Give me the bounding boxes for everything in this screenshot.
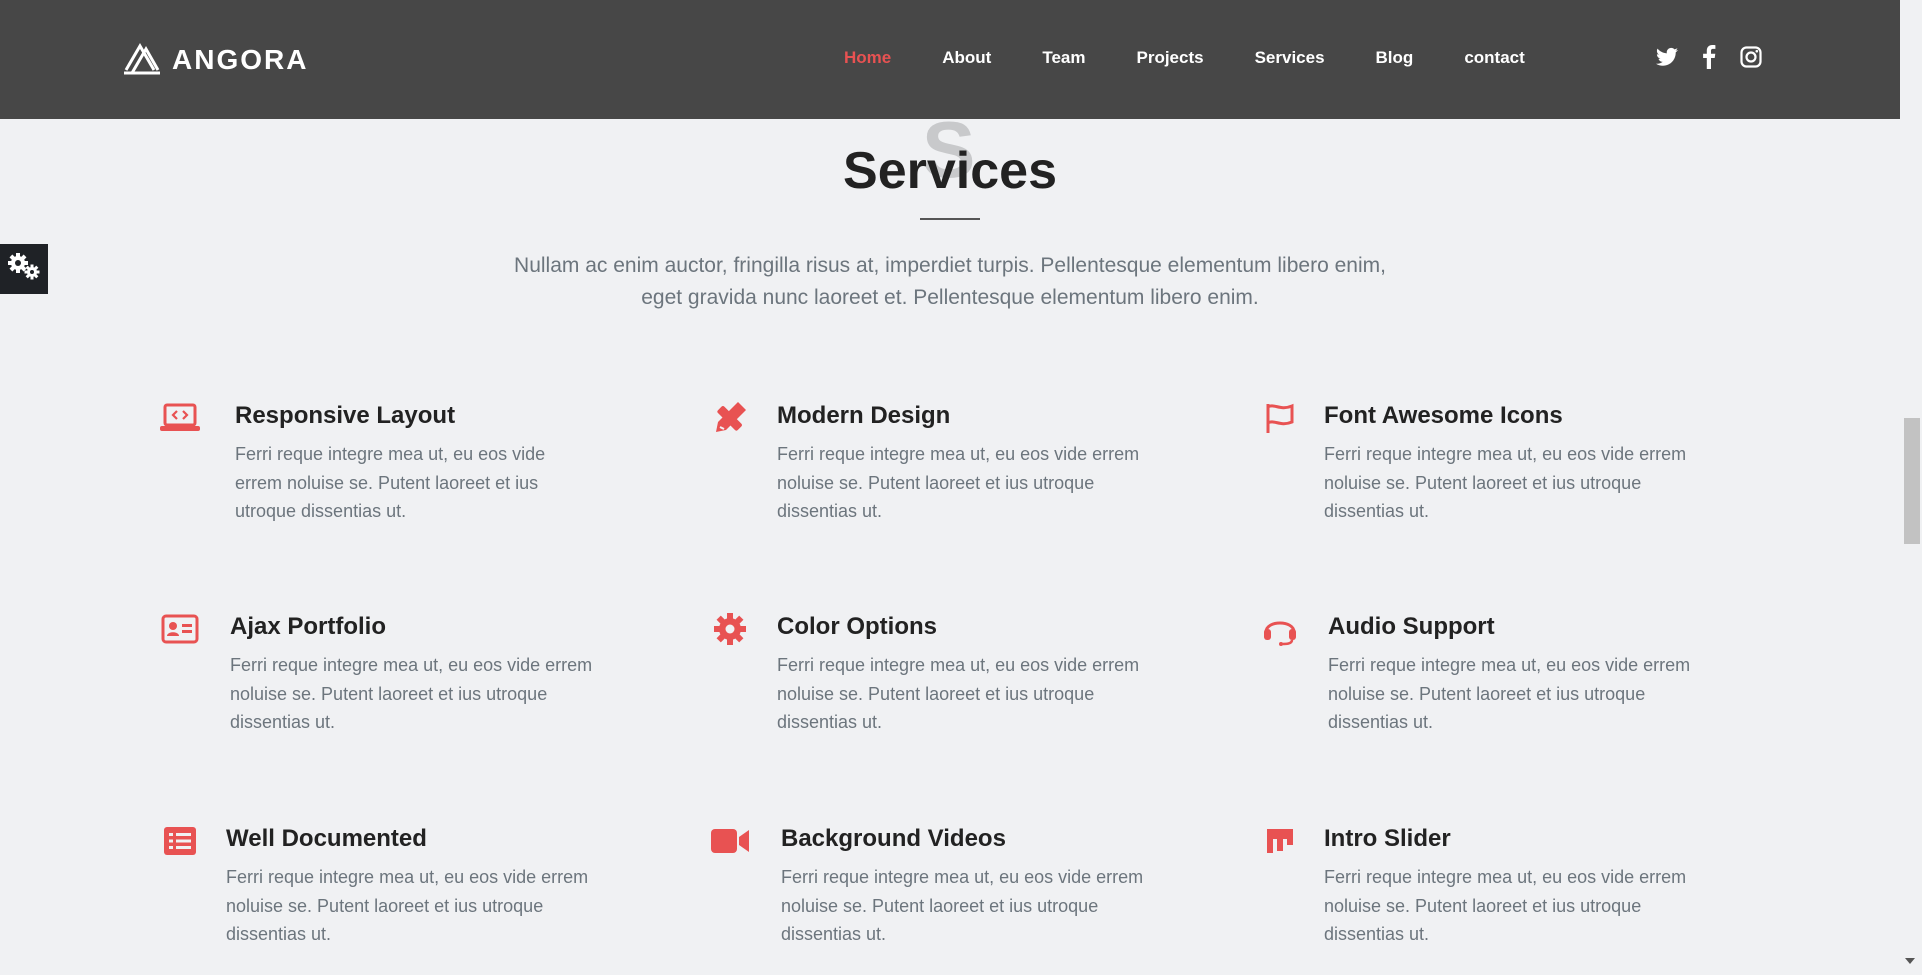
feature-text: Ferri reque integre mea ut, eu eos vide … [235, 444, 546, 521]
settings-toggle[interactable] [0, 244, 48, 294]
list-alt-icon [160, 823, 200, 859]
cog-icon [710, 611, 750, 647]
slider-icon [1260, 823, 1300, 859]
angora-logo-icon [122, 40, 162, 81]
feature-text: Ferri reque integre mea ut, eu eos vide … [777, 655, 1140, 732]
flag-icon [1260, 400, 1300, 436]
feature-title: Ajax Portfolio [230, 613, 387, 640]
scrollbar-thumb[interactable] [1904, 418, 1920, 544]
feature-text: Ferri reque integre mea ut, eu eos vide … [781, 867, 1144, 944]
feature-text: Ferri reque integre mea ut, eu eos vide … [1328, 655, 1691, 732]
feature-title: Background Videos [781, 825, 1006, 852]
nav-blog[interactable]: Blog [1376, 48, 1414, 68]
site-header: ANGORA Home About Team Projects Services… [0, 0, 1900, 119]
feature-text: Ferri reque integre mea ut, eu eos vide … [1324, 444, 1687, 521]
headset-icon [1260, 611, 1300, 647]
pencil-ruler-icon [710, 400, 750, 436]
nav-contact[interactable]: contact [1464, 48, 1524, 68]
feature-title: Responsive Layout [235, 402, 456, 429]
nav-services[interactable]: Services [1255, 48, 1325, 68]
social-links [1656, 45, 1762, 69]
nav-team[interactable]: Team [1042, 48, 1085, 68]
main-nav: Home About Team Projects Services Blog c… [844, 48, 1576, 68]
cogs-icon [6, 252, 42, 287]
feature-text: Ferri reque integre mea ut, eu eos vide … [230, 655, 593, 732]
brand-name: ANGORA [172, 44, 309, 75]
scroll-down-arrow-icon[interactable] [1905, 958, 1915, 964]
feature-title: Audio Support [1328, 613, 1495, 640]
nav-about[interactable]: About [942, 48, 991, 68]
feature-title: Well Documented [226, 825, 427, 852]
brand-logo[interactable]: ANGORA [122, 42, 308, 78]
video-icon [710, 823, 750, 859]
feature-title: Font Awesome Icons [1324, 402, 1563, 429]
facebook-icon[interactable] [1698, 45, 1720, 69]
nav-home[interactable]: Home [844, 48, 891, 68]
feature-text: Ferri reque integre mea ut, eu eos vide … [777, 444, 1140, 521]
twitter-icon[interactable] [1656, 46, 1678, 68]
nav-projects[interactable]: Projects [1136, 48, 1203, 68]
title-underline [920, 218, 980, 220]
feature-text: Ferri reque integre mea ut, eu eos vide … [226, 867, 589, 944]
id-card-icon [160, 611, 200, 647]
feature-title: Intro Slider [1324, 825, 1451, 852]
instagram-icon[interactable] [1740, 46, 1762, 68]
section-description: Nullam ac enim auctor, fringilla risus a… [514, 254, 1386, 309]
section-title: Services [843, 142, 1057, 200]
feature-title: Modern Design [777, 402, 951, 429]
feature-text: Ferri reque integre mea ut, eu eos vide … [1324, 867, 1687, 944]
feature-title: Color Options [777, 613, 937, 640]
laptop-code-icon [160, 400, 200, 436]
